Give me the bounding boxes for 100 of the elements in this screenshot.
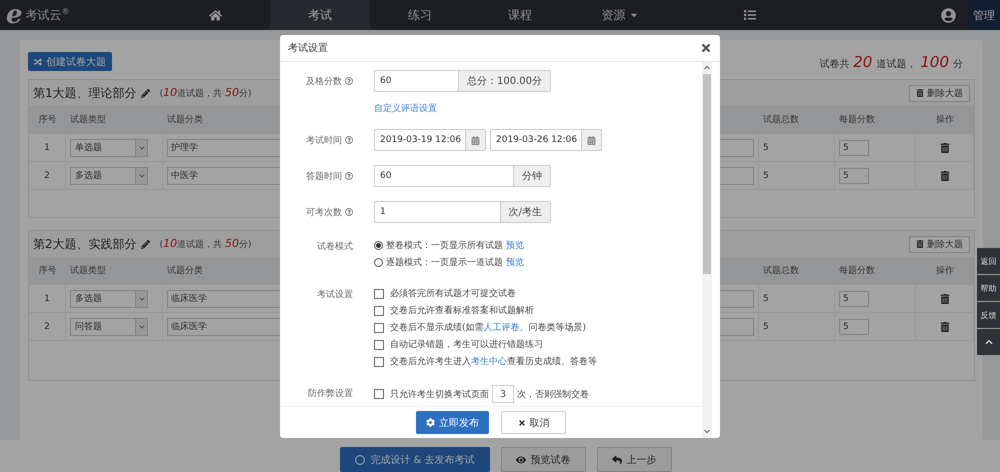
gear-icon — [426, 418, 435, 427]
comment-settings-link[interactable]: 自定义评语设置 — [374, 104, 437, 114]
scrollbar[interactable] — [702, 62, 712, 438]
chevron-icon — [138, 296, 144, 302]
chevron-icon — [138, 172, 144, 178]
pencil-icon[interactable] — [140, 240, 150, 248]
score-field[interactable]: 5 — [839, 290, 869, 306]
field-label: 试卷模式 — [317, 240, 353, 253]
calendar-icon — [471, 136, 480, 144]
score-field[interactable]: 5 — [839, 318, 869, 334]
column-header: 试题总数 — [763, 114, 799, 126]
section-count: (10道试题，共 50分) — [160, 237, 252, 251]
checkbox-label: 交卷后允许查看标准答案和试题解析 — [390, 304, 534, 317]
field-label: 答题时间 — [306, 170, 342, 182]
checkbox[interactable] — [374, 340, 384, 350]
trash-icon[interactable] — [940, 142, 950, 152]
score-field[interactable]: 5 — [839, 140, 869, 156]
checkbox-label: 交卷后允许考生进入考生中心查看历史成绩、答卷等 — [390, 356, 597, 368]
input-field[interactable]: 60 — [374, 165, 514, 187]
column-header: 试题类型 — [70, 264, 106, 277]
footer-button[interactable]: 预览试卷 — [500, 447, 586, 472]
type-select[interactable]: 单选题 — [70, 138, 148, 156]
footer-button[interactable]: 上一步 — [596, 447, 672, 472]
side-tool-button[interactable]: 反馈 — [977, 302, 1000, 328]
calendar-button[interactable] — [582, 129, 602, 151]
trash-icon — [916, 240, 924, 248]
side-tool-button[interactable]: 返回 — [977, 248, 1000, 274]
checkbox[interactable] — [374, 322, 384, 332]
help-icon[interactable] — [345, 136, 353, 144]
user-icon[interactable] — [940, 8, 956, 22]
field-label: 可考次数 — [306, 206, 342, 218]
section-title: 第1大题、理论部分 — [33, 84, 137, 102]
radio-button[interactable] — [374, 241, 383, 250]
input-addon: 次/考生 — [500, 201, 551, 223]
column-header: 试题总数 — [763, 264, 799, 277]
field-label: 考试时间 — [306, 134, 342, 146]
create-section-button[interactable]: 创建试卷大题 — [28, 52, 112, 71]
home-icon[interactable] — [208, 8, 222, 22]
type-select[interactable]: 问答题 — [70, 318, 148, 336]
chevron-up-icon — [984, 338, 992, 346]
checkbox[interactable] — [374, 389, 384, 399]
column-header: 操作 — [936, 264, 954, 277]
type-select[interactable]: 多选题 — [70, 166, 148, 184]
radio-button[interactable] — [374, 258, 383, 267]
paper-summary: 试卷共 20 道试题， 100 分 — [819, 52, 963, 70]
date-field[interactable]: 2019-03-26 12:06 — [490, 129, 582, 151]
checkbox-label: 只允许考生切换考试页面 — [390, 388, 489, 400]
column-header: 序号 — [38, 264, 56, 277]
trash-icon — [916, 89, 924, 97]
trash-icon[interactable] — [940, 322, 950, 332]
logo-letter[interactable]: e — [6, 2, 23, 28]
checkbox-label: 次，否则强制交卷 — [517, 388, 589, 400]
publish-button[interactable]: 立即发布 — [416, 411, 489, 434]
back-to-top-button[interactable] — [977, 329, 1000, 355]
field-label: 防作弊设置 — [308, 388, 353, 400]
preview-link[interactable]: 预览 — [506, 256, 524, 269]
cancel-button[interactable]: 取消 — [501, 411, 566, 434]
calendar-button[interactable] — [466, 129, 486, 151]
reply-icon — [612, 454, 622, 464]
footer-button[interactable]: 完成设计 & 去发布考试 — [340, 447, 490, 472]
nav-tab[interactable]: 课程 — [470, 0, 570, 30]
pencil-icon[interactable] — [140, 88, 150, 98]
trash-icon[interactable] — [940, 170, 950, 180]
date-field[interactable]: 2019-03-19 12:06 — [374, 129, 466, 151]
chevron-icon — [138, 324, 144, 330]
column-header: 序号 — [38, 114, 56, 126]
nav-tab[interactable]: 练习 — [370, 0, 470, 30]
field-label: 考试设置 — [317, 288, 353, 301]
nav-tab[interactable]: 资源 — [570, 0, 670, 30]
side-tool-button[interactable]: 帮助 — [977, 275, 1000, 301]
score-field[interactable]: 5 — [839, 168, 869, 184]
logo-text[interactable]: 考试云$^{®}$ — [26, 6, 70, 24]
nav-tab[interactable]: 考试 — [270, 0, 370, 30]
admin-button[interactable]: 管理 — [968, 0, 1000, 30]
checkbox-label: 交卷后不显示成绩(如需人工评卷、问卷类等场景) — [390, 322, 586, 334]
close-button[interactable] — [700, 42, 712, 54]
section-count: (10道试题，共 50分) — [160, 86, 252, 100]
input-field[interactable]: 1 — [374, 201, 501, 223]
radio-label: 逐题模式：一页显示一道试题 — [386, 256, 503, 269]
count-field[interactable]: 3 — [492, 385, 514, 403]
delete-section-button[interactable]: 删除大题 — [909, 84, 970, 102]
inline-link[interactable]: 考生中心 — [471, 357, 507, 367]
list-icon[interactable] — [744, 9, 756, 21]
checkbox[interactable] — [374, 356, 384, 366]
help-icon[interactable] — [345, 77, 353, 85]
calendar-icon — [587, 136, 596, 144]
close-icon — [518, 418, 526, 426]
type-select[interactable]: 多选题 — [70, 290, 148, 308]
delete-section-button[interactable]: 删除大题 — [909, 236, 970, 252]
dialog-title: 考试设置 — [288, 42, 328, 55]
checkbox[interactable] — [374, 306, 384, 316]
checkbox[interactable] — [374, 288, 384, 298]
trash-icon[interactable] — [940, 294, 950, 304]
inline-link[interactable]: 人工评卷 — [484, 323, 520, 333]
help-icon[interactable] — [345, 208, 353, 216]
input-addon: 总分：100.00分 — [459, 70, 551, 92]
input-field[interactable]: 60 — [374, 70, 459, 92]
preview-link[interactable]: 预览 — [506, 239, 524, 252]
help-icon[interactable] — [345, 172, 353, 180]
close-icon — [700, 42, 712, 54]
